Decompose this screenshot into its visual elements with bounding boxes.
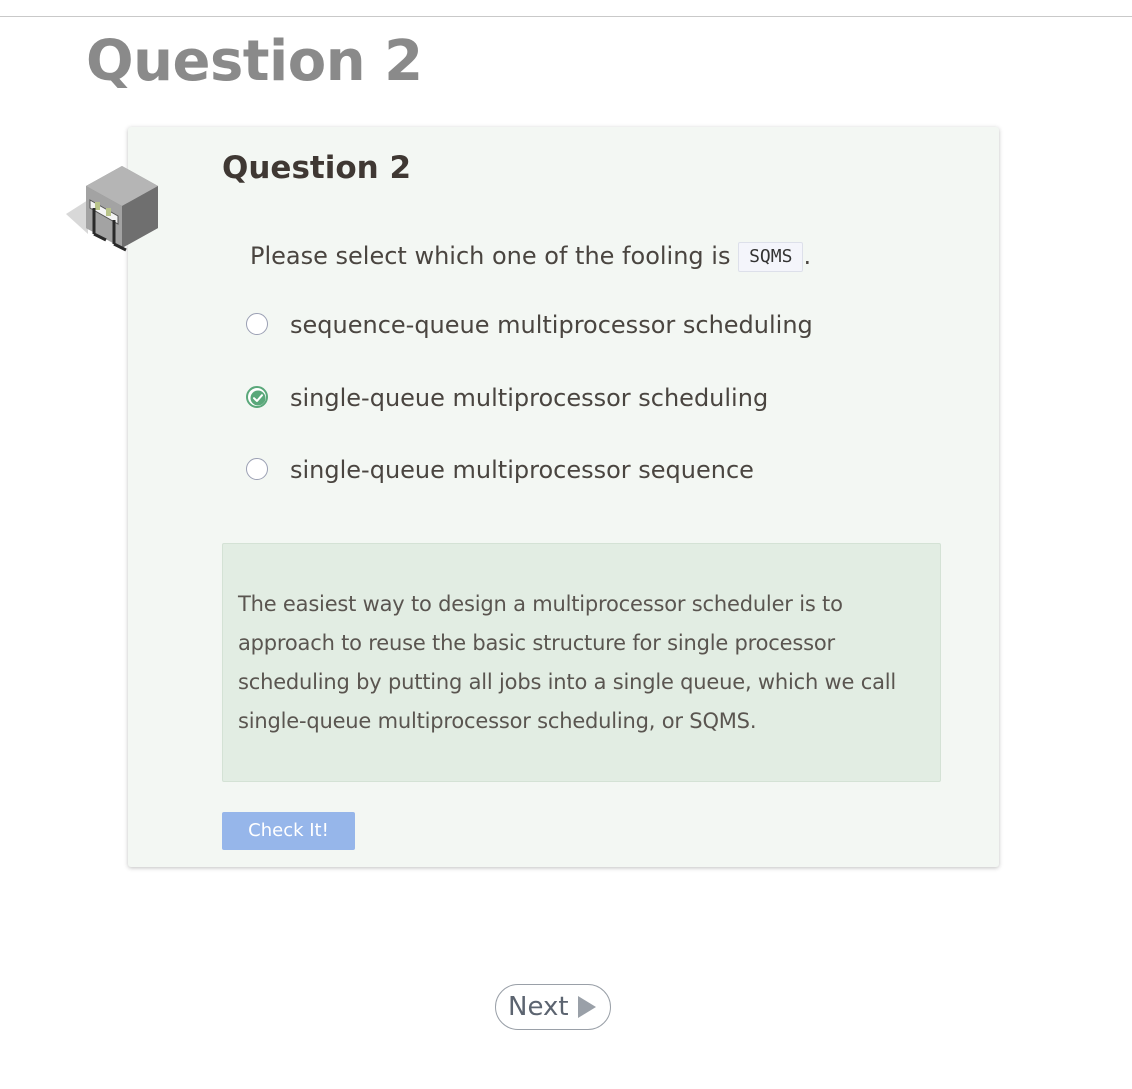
radio-button-checked[interactable] (246, 386, 268, 408)
check-circle-icon (250, 390, 266, 406)
answer-option-2[interactable]: single-queue multiprocessor scheduling (244, 384, 884, 424)
question-prompt: Please select which one of the fooling i… (250, 237, 811, 275)
question-title: Question 2 (222, 150, 412, 186)
prompt-code: SQMS (738, 242, 804, 272)
answer-feedback-panel: The easiest way to design a multiprocess… (222, 543, 941, 782)
answer-option-label: single-queue multiprocessor sequence (290, 456, 754, 484)
prompt-suffix: . (803, 242, 812, 270)
radio-button-unchecked[interactable] (246, 458, 268, 480)
page-title: Question 2 (86, 29, 423, 94)
answer-option-label: single-queue multiprocessor scheduling (290, 384, 769, 412)
answer-option-3[interactable]: single-queue multiprocessor sequence (244, 456, 884, 496)
feedback-text: The easiest way to design a multiprocess… (238, 592, 897, 733)
next-label: Next (508, 992, 569, 1022)
quiz-hurdle-cube-icon (66, 166, 158, 252)
top-divider (0, 16, 1132, 17)
next-button[interactable]: Next (495, 984, 611, 1030)
radio-button-unchecked[interactable] (246, 313, 268, 335)
answer-option-label: sequence-queue multiprocessor scheduling (290, 311, 813, 339)
answer-option-1[interactable]: sequence-queue multiprocessor scheduling (244, 311, 884, 351)
check-it-button[interactable]: Check It! (222, 812, 355, 850)
prompt-text: Please select which one of the fooling i… (250, 242, 739, 270)
quiz-card: Question 2 Please select which one of th… (128, 127, 999, 867)
play-arrow-icon (578, 996, 596, 1018)
